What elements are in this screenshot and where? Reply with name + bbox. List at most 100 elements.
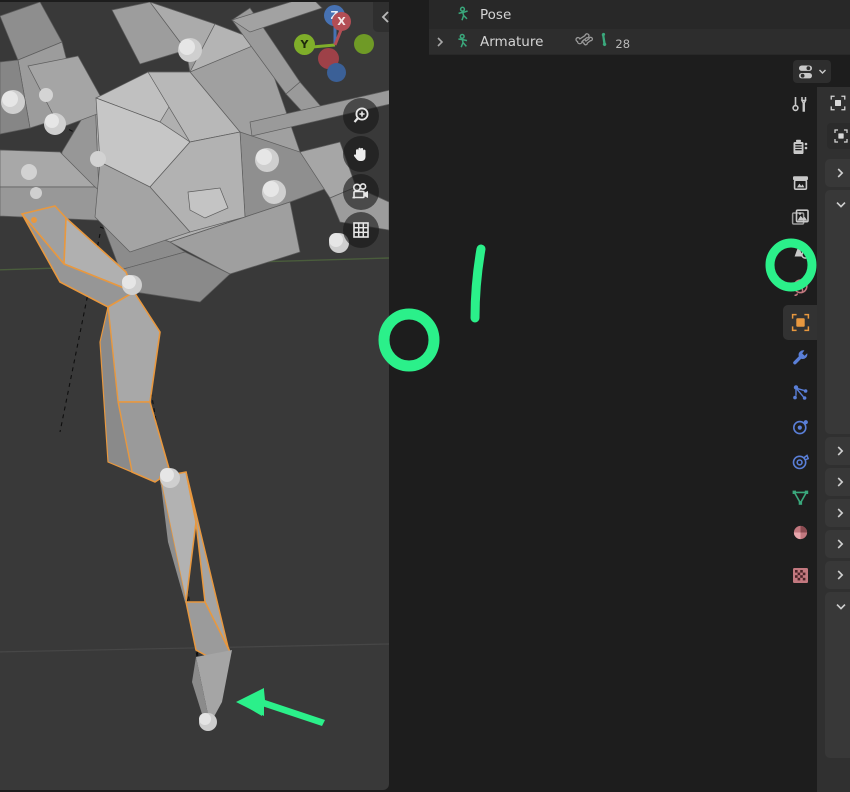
panel-header-tissue[interactable]: Tissue Texture Reaction-Diffusion (825, 561, 850, 589)
gizmo-axis-z-negative[interactable] (327, 63, 346, 82)
properties-editor-header: Search (783, 56, 850, 87)
outliner[interactable]: Pose Armature 28 (429, 0, 850, 55)
panel-header-motion-paths[interactable]: Motion Paths (825, 499, 850, 527)
chevron-down-icon (836, 201, 846, 208)
tab-physics[interactable] (783, 410, 817, 445)
panel-title-transform: Transform (846, 165, 850, 181)
row-camera-parent-lock: Camera Parent Lock (837, 301, 850, 327)
row-up-axis: Up Axis Z (837, 363, 850, 389)
chevron-right-icon (837, 508, 844, 518)
id-type-button[interactable] (827, 123, 850, 149)
grid-icon (353, 222, 369, 238)
viewport-canvas[interactable]: Z X Y (0, 2, 389, 790)
sidebar-collapse-button[interactable] (373, 2, 389, 32)
armature-render (0, 2, 389, 731)
render-camera-icon (793, 139, 807, 154)
tab-tool[interactable] (783, 87, 817, 122)
constraint-icon (792, 454, 809, 470)
label-parent: Parent (837, 225, 850, 241)
panel-viewport-display[interactable]: Viewport Display Show (825, 592, 850, 758)
texture-checker-icon (792, 568, 808, 583)
tab-constraints[interactable] (783, 445, 817, 480)
printer-output-icon (792, 176, 808, 190)
chevron-right-icon (837, 446, 844, 456)
tab-texture[interactable] (783, 558, 817, 593)
3d-viewport[interactable]: Z X Y (0, 0, 389, 792)
row-tracking-axis: Tracking Axis +Y (837, 336, 850, 362)
label-up-axis: Up Axis (837, 368, 850, 384)
tool-icon (791, 97, 807, 112)
panel-title-tissue: Tissue Texture Reaction-Diffusion (846, 567, 850, 583)
tab-render[interactable] (783, 130, 817, 165)
tab-scene[interactable] (783, 235, 817, 270)
panel-title-visibility: Visibility (846, 536, 850, 552)
panel-title-collections: Collections (846, 443, 850, 459)
wrench-icon (792, 350, 807, 365)
properties-tab-rail[interactable] (783, 87, 817, 792)
pan-button[interactable] (343, 136, 379, 172)
mesh-data-icon (792, 490, 808, 505)
chevron-right-icon (837, 477, 844, 487)
row-parent-type: Parent Type Bone (837, 247, 850, 273)
tab-view-layer[interactable] (783, 200, 817, 235)
label-parent-bone: Parent Bone (837, 279, 850, 295)
tab-modifiers[interactable] (783, 340, 817, 375)
gizmo-axis-x-positive[interactable]: X (332, 12, 351, 31)
gizmo-label-y: Y (300, 38, 309, 51)
panel-header-transform[interactable]: Transform (825, 159, 850, 187)
panel-instancing[interactable]: Instancing (825, 468, 850, 496)
outliner-expand-arrow[interactable] (429, 36, 451, 48)
tab-data[interactable] (783, 480, 817, 515)
panel-collections[interactable]: Collections (825, 437, 850, 465)
tab-output[interactable] (783, 165, 817, 200)
panel-header-collections[interactable]: Collections (825, 437, 850, 465)
row-show-wireframe: Wireframe (837, 684, 850, 710)
outliner-label-armature: Armature (480, 33, 544, 50)
panel-relations[interactable]: Relations Parent (825, 190, 850, 434)
tab-world[interactable] (783, 270, 817, 305)
panel-transform[interactable]: Transform (825, 159, 850, 187)
tab-object[interactable] (783, 305, 817, 340)
label-tracking-axis: Tracking Axis (837, 341, 850, 357)
panel-header-viewport-display[interactable]: Viewport Display (825, 592, 850, 620)
orthographic-button[interactable] (343, 212, 379, 248)
panel-motion-paths[interactable]: Motion Paths (825, 499, 850, 527)
object-square-icon (791, 313, 809, 332)
row-partial-next (837, 736, 850, 750)
editor-type-icon (798, 65, 812, 78)
panel-tissue-texture-reaction-diffusion[interactable]: Tissue Texture Reaction-Diffusion (825, 561, 850, 589)
armature-data-icon (451, 33, 477, 50)
panel-header-visibility[interactable]: Visibility (825, 530, 850, 558)
label-show: Show (837, 637, 850, 653)
navigation-gizmo[interactable]: Z X Y (294, 4, 376, 86)
breadcrumb: R.upper_leg (817, 87, 850, 118)
chevron-right-icon (837, 168, 844, 178)
pose-icon (451, 6, 477, 23)
row-parent-bone: Parent Bone R.upper_leg.003 (837, 274, 850, 300)
properties-panel-body[interactable]: R.upper_leg (817, 87, 850, 792)
material-sphere-icon (793, 525, 807, 540)
scene-cone-icon (794, 245, 809, 259)
editor-type-button[interactable] (793, 60, 831, 83)
tab-material[interactable] (783, 515, 817, 550)
row-show-axes: Axes (837, 658, 850, 684)
chevron-right-icon (837, 539, 844, 549)
object-id-block[interactable]: R.upper_leg (827, 123, 850, 153)
bone-count: 28 (615, 37, 631, 51)
camera-icon (352, 183, 368, 199)
panel-visibility[interactable]: Visibility (825, 530, 850, 558)
gizmo-axis-y-negative[interactable] (354, 34, 374, 54)
outliner-row-armature[interactable]: Armature 28 (429, 29, 850, 54)
zoom-button[interactable] (343, 98, 379, 134)
bone-group-icon[interactable] (573, 31, 595, 52)
outliner-label-pose: Pose (480, 6, 512, 23)
camera-button[interactable] (343, 174, 379, 210)
panel-header-instancing[interactable]: Instancing (825, 468, 850, 496)
gizmo-axis-y-positive[interactable]: Y (294, 34, 315, 55)
panel-header-relations[interactable]: Relations (825, 190, 850, 218)
tab-particles[interactable] (783, 375, 817, 410)
outliner-row-pose[interactable]: Pose (429, 2, 850, 27)
world-globe-icon (792, 279, 808, 296)
